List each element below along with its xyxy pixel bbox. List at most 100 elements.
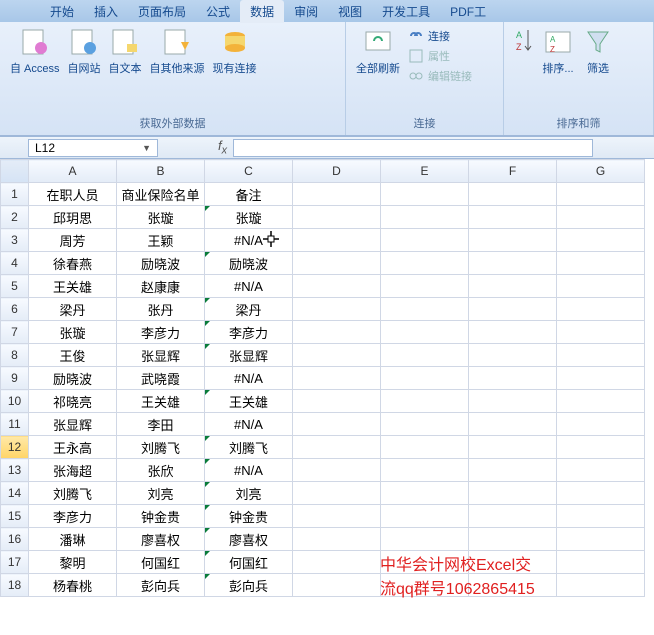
cell[interactable]: 在职人员 xyxy=(29,183,117,206)
cell[interactable]: 邱玥思 xyxy=(29,206,117,229)
cell[interactable] xyxy=(469,252,557,275)
cell[interactable]: #N/A xyxy=(205,229,293,252)
cell[interactable] xyxy=(557,367,645,390)
cell[interactable] xyxy=(557,321,645,344)
cell[interactable]: 钟金贵 xyxy=(205,505,293,528)
cell[interactable]: 李彦力 xyxy=(205,321,293,344)
cell[interactable] xyxy=(293,390,381,413)
cell[interactable]: 商业保险名单 xyxy=(117,183,205,206)
cell[interactable]: 王永高 xyxy=(29,436,117,459)
from-text-button[interactable]: 自文本 xyxy=(105,26,146,76)
sort-asc-button[interactable]: AZ xyxy=(510,26,538,54)
cell[interactable] xyxy=(381,321,469,344)
col-header-B[interactable]: B xyxy=(117,160,205,183)
cell[interactable]: 彭向兵 xyxy=(117,574,205,597)
cell[interactable] xyxy=(293,344,381,367)
cell[interactable] xyxy=(381,528,469,551)
cell[interactable]: 张璇 xyxy=(205,206,293,229)
cell[interactable]: 刘腾飞 xyxy=(205,436,293,459)
cell[interactable] xyxy=(293,367,381,390)
cell[interactable]: 张显辉 xyxy=(205,344,293,367)
cell[interactable]: 刘腾飞 xyxy=(117,436,205,459)
row-header-2[interactable]: 2 xyxy=(1,206,29,229)
row-header-15[interactable]: 15 xyxy=(1,505,29,528)
cell[interactable] xyxy=(557,183,645,206)
edit-links-button[interactable]: 编辑链接 xyxy=(408,66,472,86)
cell[interactable] xyxy=(557,459,645,482)
cell[interactable] xyxy=(381,298,469,321)
row-header-5[interactable]: 5 xyxy=(1,275,29,298)
cell[interactable]: 备注 xyxy=(205,183,293,206)
row-header-6[interactable]: 6 xyxy=(1,298,29,321)
cell[interactable] xyxy=(469,482,557,505)
cell[interactable] xyxy=(469,505,557,528)
cell[interactable]: 何国红 xyxy=(205,551,293,574)
col-header-D[interactable]: D xyxy=(293,160,381,183)
fx-icon[interactable]: fx xyxy=(218,138,227,157)
cell[interactable]: #N/A xyxy=(205,367,293,390)
cell[interactable] xyxy=(557,206,645,229)
cell[interactable]: 刘亮 xyxy=(205,482,293,505)
cell[interactable] xyxy=(381,229,469,252)
cell[interactable] xyxy=(293,298,381,321)
cell[interactable]: 张显辉 xyxy=(117,344,205,367)
cell[interactable] xyxy=(469,436,557,459)
cell[interactable] xyxy=(469,206,557,229)
cell[interactable] xyxy=(557,551,645,574)
filter-button[interactable]: 筛选 xyxy=(578,26,618,76)
row-header-18[interactable]: 18 xyxy=(1,574,29,597)
connections-button[interactable]: 连接 xyxy=(408,26,472,46)
cell[interactable]: 刘腾飞 xyxy=(29,482,117,505)
col-header-F[interactable]: F xyxy=(469,160,557,183)
cell[interactable] xyxy=(469,390,557,413)
cell[interactable] xyxy=(557,344,645,367)
cell[interactable] xyxy=(381,275,469,298)
cell[interactable] xyxy=(381,436,469,459)
cell[interactable] xyxy=(293,574,381,597)
cell[interactable] xyxy=(381,206,469,229)
cell[interactable]: 赵康康 xyxy=(117,275,205,298)
col-header-E[interactable]: E xyxy=(381,160,469,183)
cell[interactable]: 张显辉 xyxy=(29,413,117,436)
cell[interactable]: 彭向兵 xyxy=(205,574,293,597)
cell[interactable]: 王关雄 xyxy=(205,390,293,413)
cell[interactable] xyxy=(469,413,557,436)
row-header-10[interactable]: 10 xyxy=(1,390,29,413)
cell[interactable]: 黎明 xyxy=(29,551,117,574)
cell[interactable] xyxy=(557,413,645,436)
tab-view[interactable]: 视图 xyxy=(328,0,372,23)
cell[interactable]: 潘琳 xyxy=(29,528,117,551)
cell[interactable] xyxy=(293,528,381,551)
cell[interactable]: 励晓波 xyxy=(117,252,205,275)
cell[interactable] xyxy=(293,183,381,206)
properties-button[interactable]: 属性 xyxy=(408,46,472,66)
cell[interactable]: 励晓波 xyxy=(205,252,293,275)
tab-formulas[interactable]: 公式 xyxy=(196,0,240,23)
cell[interactable] xyxy=(469,344,557,367)
row-header-14[interactable]: 14 xyxy=(1,482,29,505)
cell[interactable] xyxy=(293,551,381,574)
cell[interactable] xyxy=(469,229,557,252)
cell[interactable] xyxy=(557,229,645,252)
cell[interactable]: 王俊 xyxy=(29,344,117,367)
tab-page-layout[interactable]: 页面布局 xyxy=(128,0,196,23)
cell[interactable] xyxy=(293,321,381,344)
cell[interactable] xyxy=(557,528,645,551)
cell[interactable] xyxy=(293,505,381,528)
row-header-1[interactable]: 1 xyxy=(1,183,29,206)
cell[interactable] xyxy=(381,367,469,390)
cell[interactable]: 钟金贵 xyxy=(117,505,205,528)
from-access-button[interactable]: 自 Access xyxy=(6,26,64,76)
col-header-C[interactable]: C xyxy=(205,160,293,183)
tab-developer[interactable]: 开发工具 xyxy=(372,0,440,23)
cell[interactable] xyxy=(381,183,469,206)
cell[interactable] xyxy=(381,459,469,482)
tab-data[interactable]: 数据 xyxy=(240,0,284,23)
tab-home[interactable]: 开始 xyxy=(40,0,84,23)
cell[interactable] xyxy=(557,252,645,275)
cell[interactable]: 周芳 xyxy=(29,229,117,252)
formula-input[interactable] xyxy=(233,139,593,157)
cell[interactable]: 王颖 xyxy=(117,229,205,252)
cell[interactable]: 祁晓亮 xyxy=(29,390,117,413)
cell[interactable] xyxy=(293,275,381,298)
